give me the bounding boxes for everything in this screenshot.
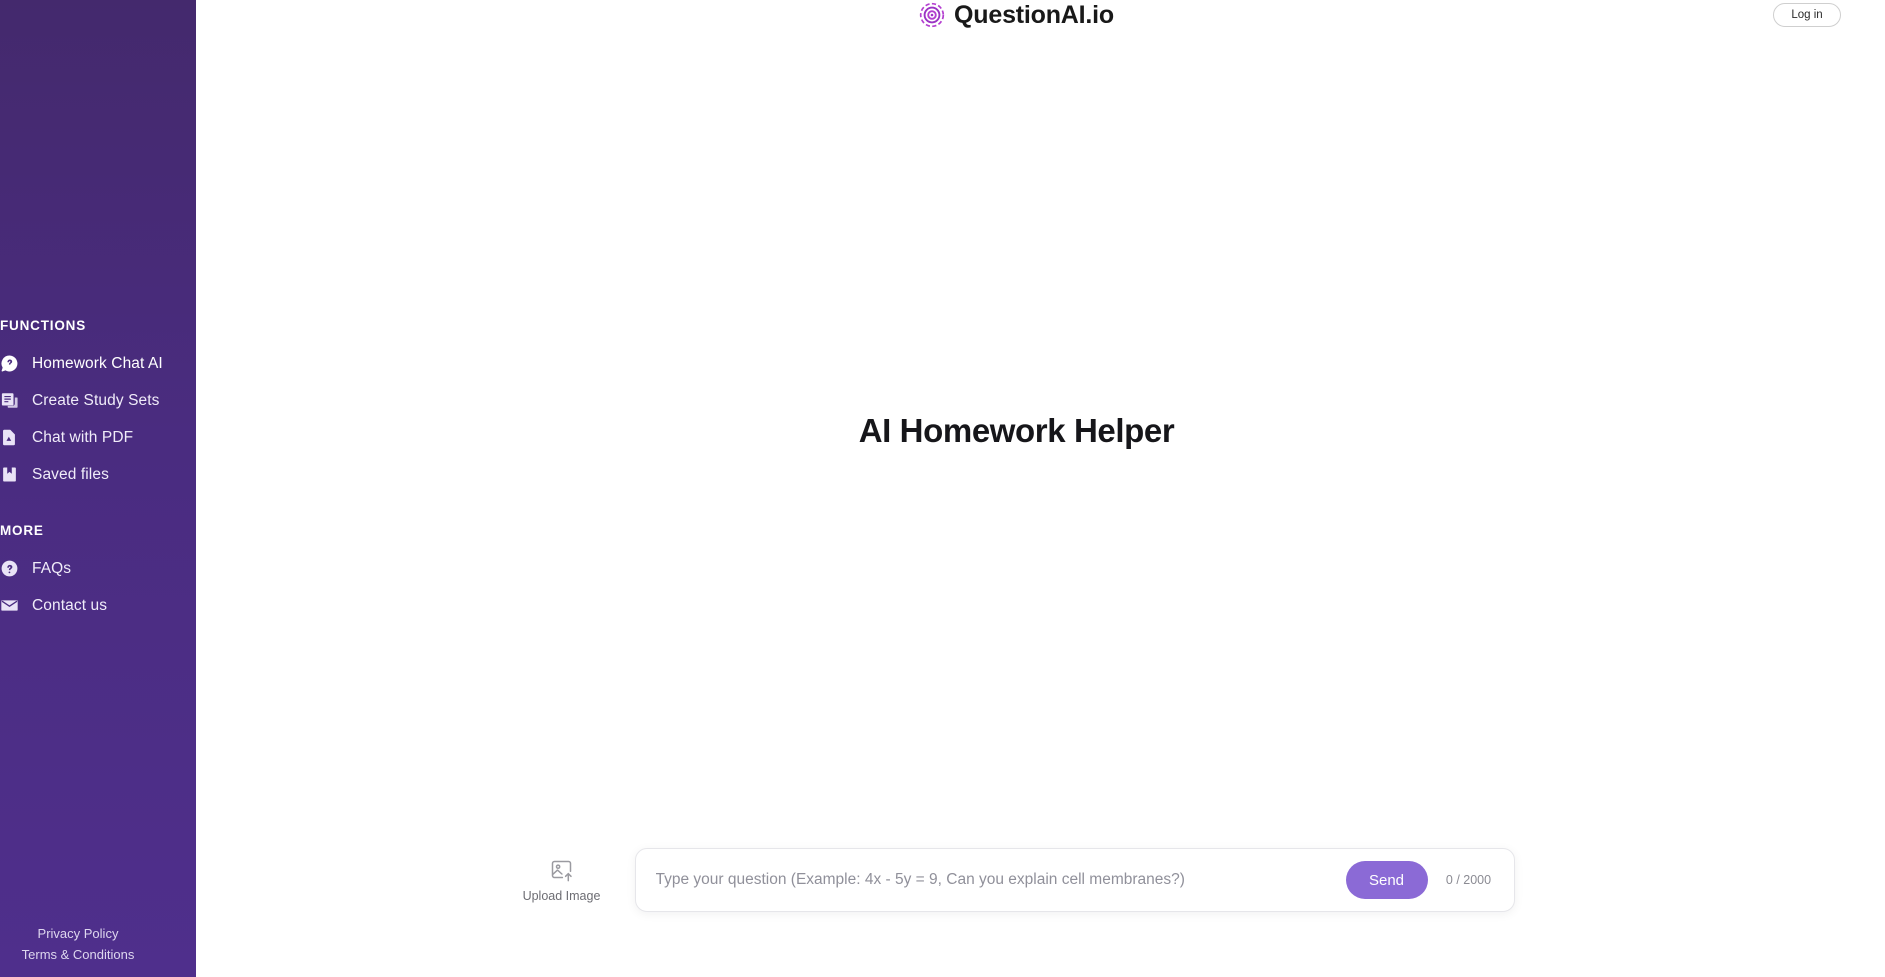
- character-counter: 0 / 2000: [1445, 873, 1492, 887]
- sidebar-item-chat-with-pdf[interactable]: Chat with PDF: [0, 419, 196, 456]
- sidebar-section-title-more: MORE: [0, 523, 44, 538]
- sidebar-nav-functions: Homework Chat AI Create Study Sets Chat …: [0, 345, 196, 493]
- bookmark-icon: [0, 465, 19, 484]
- upload-image-button[interactable]: Upload Image: [519, 858, 605, 903]
- brand-header: QuestionAI.io: [196, 0, 1885, 30]
- sidebar-nav-more: FAQs Contact us: [0, 550, 196, 624]
- hero-section: AI Homework Helper: [196, 412, 1885, 450]
- sidebar-item-label: Homework Chat AI: [32, 354, 163, 372]
- login-button[interactable]: Log in: [1773, 3, 1841, 27]
- sidebar-item-saved-files[interactable]: Saved files: [0, 456, 196, 493]
- chat-bubble-icon: [0, 354, 19, 373]
- sidebar: FUNCTIONS Homework Chat AI Create Study …: [0, 0, 196, 977]
- terms-and-conditions-link[interactable]: Terms & Conditions: [22, 947, 135, 962]
- envelope-icon: [0, 596, 19, 615]
- question-input-shell: Send 0 / 2000: [634, 848, 1515, 912]
- spiral-target-icon: [919, 2, 945, 28]
- sidebar-footer: Privacy Policy Terms & Conditions: [0, 926, 196, 977]
- send-button[interactable]: Send: [1345, 861, 1428, 899]
- sidebar-item-homework-chat-ai[interactable]: Homework Chat AI: [0, 345, 196, 382]
- sidebar-item-create-study-sets[interactable]: Create Study Sets: [0, 382, 196, 419]
- page-title: AI Homework Helper: [858, 412, 1175, 449]
- brand-logo[interactable]: QuestionAI.io: [919, 2, 1114, 28]
- question-circle-icon: [0, 559, 19, 578]
- composer-bar: Upload Image Send 0 / 2000: [172, 848, 1861, 912]
- sidebar-item-label: Create Study Sets: [32, 391, 160, 409]
- sidebar-flex-spacer: [0, 624, 196, 926]
- main-content: QuestionAI.io Log in AI Homework Helper …: [196, 0, 1885, 977]
- question-input[interactable]: [655, 860, 1334, 900]
- image-upload-icon: [549, 858, 575, 884]
- sidebar-item-label: Chat with PDF: [32, 428, 134, 446]
- sidebar-item-contact-us[interactable]: Contact us: [0, 587, 196, 624]
- sidebar-section-gap: [0, 493, 196, 523]
- brand-name: QuestionAI.io: [954, 0, 1114, 29]
- sidebar-item-label: Saved files: [32, 465, 109, 483]
- app-root: FUNCTIONS Homework Chat AI Create Study …: [0, 0, 1885, 977]
- pdf-file-icon: [0, 428, 19, 447]
- upload-image-label: Upload Image: [522, 888, 601, 903]
- privacy-policy-link[interactable]: Privacy Policy: [38, 926, 119, 941]
- sidebar-item-label: FAQs: [32, 559, 72, 577]
- sidebar-item-faqs[interactable]: FAQs: [0, 550, 196, 587]
- sidebar-top-spacer: [0, 0, 196, 318]
- sidebar-section-title-functions: FUNCTIONS: [0, 318, 87, 333]
- study-cards-icon: [0, 391, 19, 410]
- sidebar-item-label: Contact us: [32, 596, 108, 614]
